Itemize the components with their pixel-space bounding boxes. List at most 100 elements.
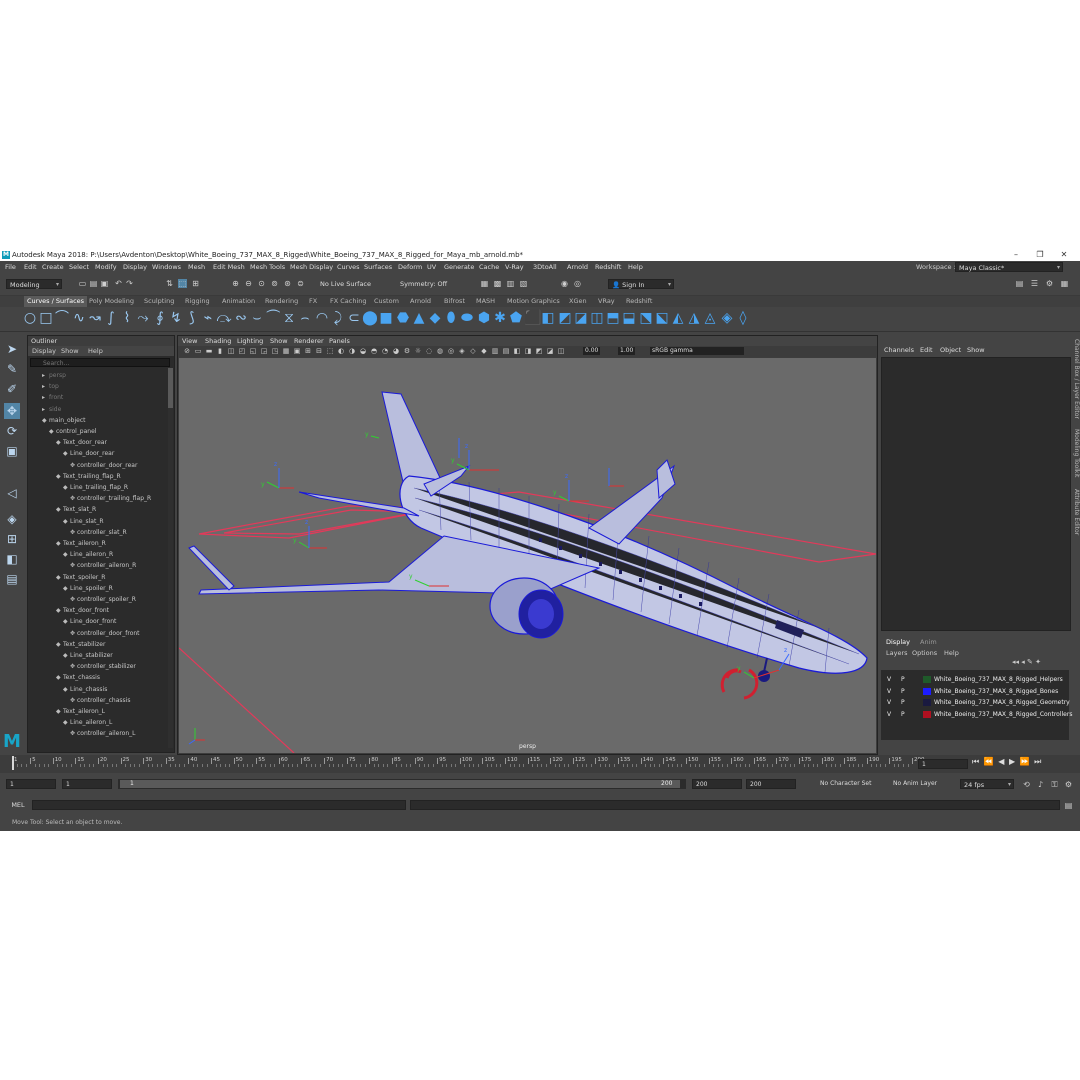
viewport-tool-17-icon[interactable]: ◒ [359, 347, 367, 355]
shelf-tab-curves-surfaces[interactable]: Curves / Surfaces [24, 296, 88, 307]
shelf-tab-motion-graphics[interactable]: Motion Graphics [507, 296, 560, 307]
current-time-marker[interactable] [12, 756, 14, 770]
render-frame-icon[interactable]: ▦ [480, 279, 489, 288]
shelf-tool-45-icon[interactable]: ◊ [735, 310, 751, 326]
layer-color-swatch[interactable] [923, 687, 931, 695]
channel-box-icon[interactable]: ▦ [1060, 279, 1069, 288]
layout-four-icon[interactable]: ⊞ [4, 531, 20, 547]
viewport-tool-30-icon[interactable]: ▤ [502, 347, 510, 355]
auto-key-icon[interactable]: ⚿ [1050, 780, 1059, 789]
outliner-item[interactable]: ▸ persp [42, 370, 66, 381]
maximize-icon[interactable]: ❐ [1028, 249, 1052, 261]
open-scene-icon[interactable]: ▤ [89, 279, 98, 288]
viewport-tool-22-icon[interactable]: ☼ [414, 347, 422, 355]
shelf-tool-33-icon[interactable]: ◧ [540, 310, 556, 326]
viewport-menu-view[interactable]: View [182, 336, 197, 346]
shelf-tool-17-icon[interactable]: ⧖ [281, 310, 297, 326]
render-sequence-icon[interactable]: ▩ [493, 279, 502, 288]
shelf-tab-redshift[interactable]: Redshift [626, 296, 652, 307]
live-surface-label[interactable]: No Live Surface [320, 279, 371, 289]
outliner-item[interactable]: ✥ controller_stabilizer [70, 661, 136, 672]
outliner-item[interactable]: ◆ Text_aileron_R [56, 538, 106, 549]
move-tool-icon[interactable]: ✥ [4, 403, 20, 419]
outliner-item[interactable]: ▸ front [42, 392, 63, 403]
shelf-tool-8-icon[interactable]: ⤳ [135, 310, 151, 326]
shelf-tool-35-icon[interactable]: ◪ [573, 310, 589, 326]
menu-edit-mesh[interactable]: Edit Mesh [213, 261, 245, 273]
viewport-tool-8-icon[interactable]: ◲ [260, 347, 268, 355]
shelf-tab-rendering[interactable]: Rendering [265, 296, 298, 307]
shelf-tool-38-icon[interactable]: ⬓ [621, 310, 637, 326]
select-hierarchy-icon[interactable]: ⇅ [165, 279, 174, 288]
outliner-item[interactable]: ✥ controller_door_front [70, 628, 140, 639]
shelf-tool-30-icon[interactable]: ✱ [492, 310, 508, 326]
outliner-item[interactable]: ◆ Line_stabilizer [63, 650, 113, 661]
layer-row[interactable]: V P White_Boeing_737_MAX_8_Rigged_Geometry [881, 697, 1070, 708]
viewport-tool-32-icon[interactable]: ◨ [524, 347, 532, 355]
layer-menu-options[interactable]: Options [912, 648, 937, 658]
outliner-item[interactable]: ◆ Text_chassis [56, 672, 100, 683]
outliner-menu-show[interactable]: Show [61, 346, 79, 356]
snap-point-icon[interactable]: ⊙ [257, 279, 266, 288]
layer-playback-toggle[interactable]: P [901, 674, 905, 685]
outliner-item[interactable]: ▸ top [42, 381, 59, 392]
layout-outliner-icon[interactable]: ▤ [4, 571, 20, 587]
outliner-search-input[interactable]: Search... [30, 358, 170, 367]
outliner-item[interactable]: ◆ control_panel [49, 426, 96, 437]
shelf-tool-40-icon[interactable]: ⬕ [654, 310, 670, 326]
layer-playback-toggle[interactable]: P [901, 686, 905, 697]
menu-surfaces[interactable]: Surfaces [364, 261, 392, 273]
shelf-tool-34-icon[interactable]: ◩ [557, 310, 573, 326]
outliner-item[interactable]: ◆ Text_spoiler_R [56, 572, 105, 583]
shelf-tool-26-icon[interactable]: ◆ [427, 310, 443, 326]
viewport-tool-6-icon[interactable]: ◰ [238, 347, 246, 355]
rotate-tool-icon[interactable]: ⟳ [4, 423, 20, 439]
shelf-tab-mash[interactable]: MASH [476, 296, 495, 307]
side-tab-attribute-editor[interactable]: Attribute Editor [1071, 489, 1080, 535]
layer-tool-icons[interactable]: ◂◂ ◂ ✎ ✦ [1012, 658, 1041, 666]
shelf-tab-poly-modeling[interactable]: Poly Modeling [89, 296, 134, 307]
viewport-tool-34-icon[interactable]: ◪ [546, 347, 554, 355]
outliner-item[interactable]: ◆ Text_trailing_flap_R [56, 471, 121, 482]
layer-playback-toggle[interactable]: P [901, 697, 905, 708]
sign-in-button[interactable]: 👤 Sign In [608, 279, 674, 290]
minimize-icon[interactable]: – [1004, 249, 1028, 261]
undo-icon[interactable]: ↶ [114, 279, 123, 288]
command-input[interactable] [32, 800, 406, 810]
layer-row[interactable]: V P White_Boeing_737_MAX_8_Rigged_Bones [881, 686, 1069, 697]
layer-visibility-toggle[interactable]: V [887, 674, 891, 685]
viewport-tool-11-icon[interactable]: ▣ [293, 347, 301, 355]
shelf-tab-bifrost[interactable]: Bifrost [444, 296, 465, 307]
select-tool-icon[interactable]: ➤ [4, 341, 20, 357]
shelf-tool-21-icon[interactable]: ⊂ [346, 310, 362, 326]
shelf-tool-23-icon[interactable]: ■ [378, 310, 394, 326]
anim-prefs-icon[interactable]: ⚙ [1064, 780, 1073, 789]
menu-select[interactable]: Select [69, 261, 89, 273]
shelf-tab-vray[interactable]: VRay [598, 296, 615, 307]
viewport-tool-19-icon[interactable]: ◔ [381, 347, 389, 355]
snap-surface-icon[interactable]: ⊛ [283, 279, 292, 288]
viewport-tool-25-icon[interactable]: ◎ [447, 347, 455, 355]
workspace-dropdown[interactable]: Maya Classic* [955, 262, 1063, 273]
snap-plane-icon[interactable]: ⊜ [296, 279, 305, 288]
outliner-item[interactable]: ▸ side [42, 404, 61, 415]
shelf-tool-24-icon[interactable]: ⬣ [395, 310, 411, 326]
side-tab-channel-box[interactable]: Channel Box / Layer Editor [1071, 339, 1080, 419]
color-space-dropdown[interactable]: sRGB gamma [650, 347, 744, 355]
outliner-item[interactable]: ◆ Line_door_front [63, 616, 116, 627]
layout-side-icon[interactable]: ◧ [4, 551, 20, 567]
anim-layer-dropdown[interactable]: No Anim Layer [893, 779, 937, 789]
mode-dropdown[interactable]: Modeling [6, 279, 62, 290]
viewport-menu-renderer[interactable]: Renderer [294, 336, 324, 346]
render-settings-icon[interactable]: ▧ [519, 279, 528, 288]
layer-color-swatch[interactable] [923, 676, 931, 683]
outliner-item[interactable]: ◆ Line_aileron_R [63, 549, 113, 560]
shelf-tab-custom[interactable]: Custom [374, 296, 399, 307]
select-object-icon[interactable]: ⬚ [178, 279, 187, 288]
playback-start-field[interactable]: 1 [62, 779, 112, 789]
viewport-menu-lighting[interactable]: Lighting [237, 336, 263, 346]
menu-uv[interactable]: UV [427, 261, 436, 273]
menu-display[interactable]: Display [123, 261, 147, 273]
shelf-tool-29-icon[interactable]: ⬢ [476, 310, 492, 326]
outliner-item[interactable]: ◆ Line_chassis [63, 684, 107, 695]
